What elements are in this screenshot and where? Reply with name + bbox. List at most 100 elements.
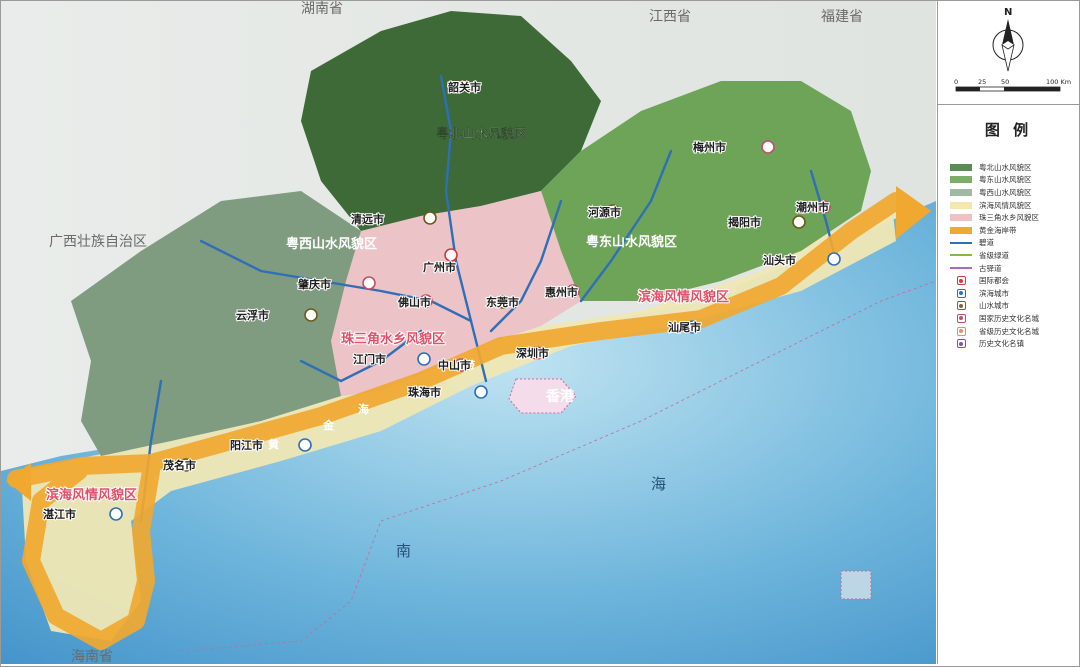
region-coastal-west-label: 滨海风情风貌区 [46,487,137,503]
region-coastal-east-label: 滨海风情风貌区 [638,289,729,305]
legend-item-9: 国际都会 [950,274,1075,287]
city-19: 茂名市 [162,457,197,473]
legend-line [950,265,972,272]
legend-item-6: 碧道 [950,237,1075,250]
legend-label: 滨海城市 [979,288,1009,298]
legend-label: 历史文化名镇 [979,339,1024,349]
city-13: 汕尾市 [667,319,702,335]
metropolis-icon [444,248,458,262]
city-7: 惠州市 [544,284,580,300]
city-name: 深圳市 [516,346,549,360]
legend-item-13: 省级历史文化名城 [950,325,1075,338]
compass-scale-box: N 0 25 50 100 Km [938,1,1079,105]
jiangxi-label: 江西省 [649,9,691,25]
legend-item-5: 黄金海岸带 [950,224,1075,237]
fujian-label: 福建省 [821,9,863,25]
legend-label: 山水城市 [979,301,1009,311]
legend-label: 省级历史文化名城 [979,326,1039,336]
guangxi-label: 广西壮族自治区 [49,234,147,250]
legend-icon [950,301,972,311]
legend-label: 滨海风情风貌区 [979,200,1032,210]
guangdong-map: 粤北山水风貌区 粤西山水风貌区 粤东山水风貌区 珠三角水乡风貌区 滨海风情风貌区… [1,1,936,664]
scale-tick-1: 25 [978,78,986,86]
city-name: 佛山市 [397,295,431,309]
city-name: 中山市 [438,358,471,372]
mountain-icon [423,211,437,225]
legend-item-8: 古驿道 [950,262,1075,275]
legend-item-10: 滨海城市 [950,287,1075,300]
mountain-icon [304,308,318,322]
legend-item-14: 历史文化名镇 [950,337,1075,350]
legend-swatch [950,163,972,171]
city-name: 广州市 [423,260,456,274]
heritage-icon [761,140,775,154]
city-name: 韶关市 [448,80,481,94]
legend-line [950,239,972,246]
legend-label: 珠三角水乡风貌区 [979,213,1039,223]
city-name: 云浮市 [236,308,269,322]
sea-char-hai: 海 [651,475,666,493]
city-15: 中山市 [437,357,472,373]
city-name: 珠海市 [408,385,441,399]
legend-swatch [950,201,972,209]
city-name: 肇庆市 [297,277,331,291]
legend-line [950,252,972,259]
city-name: 江门市 [353,352,386,366]
city-name: 揭阳市 [728,215,761,229]
region-north-label: 粤北山水风貌区 [436,126,527,142]
legend-label: 国际都会 [979,276,1009,286]
city-name: 东莞市 [486,295,519,309]
city-name: 潮州市 [796,200,829,214]
compass-icon [992,19,1024,72]
legend-icon [950,326,972,336]
legend-item-1: 粤东山水风貌区 [950,174,1075,187]
region-delta-label: 珠三角水乡风貌区 [341,331,445,347]
scale-tick-3: 100 Km [1046,78,1071,86]
legend-label: 粤北山水风貌区 [979,162,1032,172]
legend-icon [950,276,972,286]
region-west-label: 粤西山水风貌区 [286,236,377,252]
coast-char-3: 海 [358,402,369,416]
legend-item-3: 滨海风情风貌区 [950,199,1075,212]
north-label: N [1004,7,1012,18]
sea-char-nan: 南 [396,542,411,560]
legend-swatch [950,214,972,222]
city-name: 河源市 [588,205,621,219]
legend-swatch [950,226,972,234]
legend-panel: N 0 25 50 100 Km 图 例 粤北山水风貌区 粤东山水风貌区 粤西山水风… [937,1,1079,664]
region-east-label: 粤东山水风貌区 [586,234,677,250]
legend-swatch [950,188,972,196]
legend-label: 省级绿道 [979,250,1009,260]
coastal-icon [417,352,431,366]
hongkong-label: 香港 [545,388,575,405]
legend-label: 碧道 [979,238,994,248]
city-name: 汕尾市 [668,320,701,334]
coastal-icon [109,507,123,521]
legend-title: 图 例 [984,121,1033,139]
scale-tick-0: 0 [954,78,958,86]
legend-label: 古驿道 [979,263,1002,273]
legend-label: 粤东山水风貌区 [979,175,1032,185]
coastal-icon [298,438,312,452]
city-8: 河源市 [587,204,622,220]
city-11: 潮州市 [795,199,831,215]
heritage-icon [362,276,376,290]
legend-item-12: 国家历史文化名城 [950,312,1075,325]
legend-icon [950,313,972,323]
legend-icon [950,339,972,349]
legend-item-11: 山水城市 [950,300,1075,313]
city-5: 佛山市 [396,294,433,310]
city-name: 汕头市 [763,253,796,267]
legend-item-7: 省级绿道 [950,249,1075,262]
legend-item-0: 粤北山水风貌区 [950,161,1075,174]
legend-label: 黄金海岸带 [979,225,1017,235]
city-name: 茂名市 [163,458,196,472]
city-name: 湛江市 [43,507,76,521]
scale-tick-2: 50 [1001,78,1009,86]
city-0: 韶关市 [447,79,482,95]
city-name: 梅州市 [693,140,726,154]
coast-char-2: 金 [322,418,335,432]
coast-char-1: 黄 [268,437,279,451]
mountain-icon [792,215,806,229]
hainan-label: 海南省 [71,649,113,664]
